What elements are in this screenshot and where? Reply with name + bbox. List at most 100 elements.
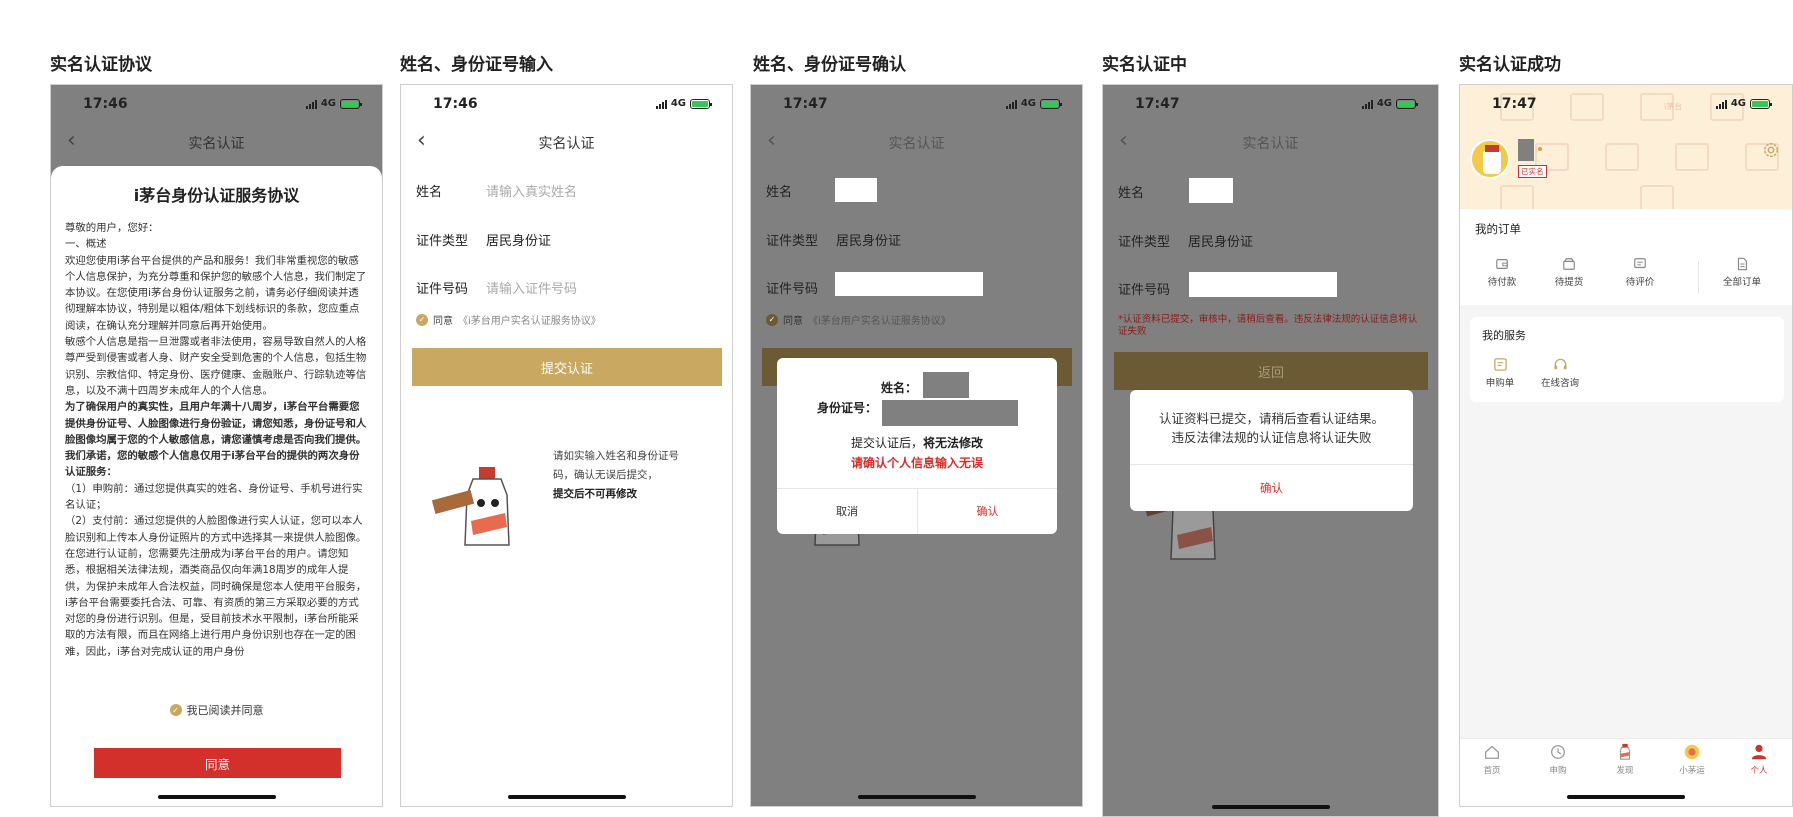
return-button[interactable]: 返回 xyxy=(1114,352,1428,390)
battery-icon xyxy=(1750,98,1772,109)
terms-prefix: 同意 xyxy=(433,316,453,327)
network-label: 4G xyxy=(1020,98,1036,109)
read-agree-checkbox[interactable]: ✓ 我已阅读并同意 xyxy=(51,702,382,718)
network-label: 4G xyxy=(670,98,686,109)
confirm-button[interactable]: 确认 xyxy=(918,488,1057,534)
service-online-consult[interactable]: 在线咨询 xyxy=(1530,357,1590,389)
confirm-dialog: 姓名： 身份证号： 提交认证后，将无法修改 请确认个人信息输入无误 取消 确认 xyxy=(777,358,1057,534)
signal-icon xyxy=(1715,99,1727,109)
signal-icon xyxy=(1361,99,1373,109)
idtype-select[interactable]: 居民身份证 xyxy=(836,230,901,249)
order-pending-review[interactable]: 待评价 xyxy=(1620,257,1660,288)
check-icon: ✓ xyxy=(416,313,428,326)
idtype-label: 证件类型 xyxy=(766,234,819,249)
mascot-icon xyxy=(431,467,510,546)
name-value-redacted[interactable] xyxy=(835,178,877,202)
terms-prefix: 同意 xyxy=(783,316,803,327)
mascot-tab-icon xyxy=(1619,743,1631,760)
nav-bar: ‹ 实名认证 xyxy=(51,127,382,157)
order-all[interactable]: 全部订单 xyxy=(1714,257,1770,288)
pending-dialog: 认证资料已提交，请稍后查看认证结果。 违反法律法规的认证信息将认证失败 确认 xyxy=(1130,390,1413,511)
luck-icon xyxy=(1684,744,1700,760)
phone-pending: 17:47 4G ‹ 实名认证 姓名 证件类型 居民身份证 证件号码 *认证资料… xyxy=(1102,84,1439,817)
services-card: 我的服务 申购单 在线咨询 xyxy=(1470,317,1784,402)
page-title: 实名认证 xyxy=(888,136,945,152)
agreement-para: 尊敬的用户，您好： xyxy=(65,222,159,234)
terms-link[interactable]: 《i茅台用户实名认证服务协议》 xyxy=(808,312,951,327)
agreement-title: i茅台身份认证服务协议 xyxy=(133,186,300,205)
tab-profile[interactable]: 个人 xyxy=(1734,743,1784,776)
cancel-button[interactable]: 取消 xyxy=(777,488,917,534)
status-time: 17:47 xyxy=(1135,96,1180,112)
phone-agreement: 17:46 4G ‹ 实名认证 i茅台身份认证服务协议 尊敬的用户，您好： 一、… xyxy=(50,84,383,807)
idno-input[interactable]: 请输入证件号码 xyxy=(486,278,577,297)
agreement-body[interactable]: 尊敬的用户，您好： 一、概述 欢迎您使用i茅台平台提供的产品和服务！我们非常重视… xyxy=(65,220,368,686)
list-icon xyxy=(1493,358,1507,371)
idno-value-redacted[interactable] xyxy=(835,272,983,296)
battery-icon xyxy=(340,98,362,109)
dialog-name-redacted xyxy=(923,372,969,398)
idtype-select[interactable]: 居民身份证 xyxy=(486,230,551,249)
tab-home[interactable]: 首页 xyxy=(1467,743,1517,776)
orders-title: 我的订单 xyxy=(1475,222,1521,236)
caption-success: 实名认证成功 xyxy=(1459,55,1561,75)
agreement-para: 敏感个人信息是指一旦泄露或者非法使用，容易导致自然人的人格尊严受到侵害或者人身、… xyxy=(65,336,367,397)
name-input[interactable]: 请输入真实姓名 xyxy=(486,181,577,200)
service-subscription[interactable]: 申购单 xyxy=(1480,357,1520,389)
terms-checkbox[interactable]: ✓ 同意 《i茅台用户实名认证服务协议》 xyxy=(416,312,601,327)
agreement-para: （2）支付前：通过您提供的人脸图像进行实人认证，您可以本人脸识别和上传本人身份证… xyxy=(65,515,367,544)
check-icon: ✓ xyxy=(169,704,182,716)
agreement-para: （1）申购前：通过您提供真实的姓名、身份证号、手机号进行实名认证； xyxy=(65,482,363,512)
orders-card: 我的订单 待付款 待提货 待评价 全部订单 xyxy=(1460,209,1792,305)
home-indicator xyxy=(507,795,626,799)
page-title: 实名认证 xyxy=(1242,136,1299,152)
status-bar: 17:47 4G xyxy=(751,85,1082,121)
agree-button[interactable]: 同意 xyxy=(94,748,341,778)
nickname-redacted xyxy=(1518,139,1534,161)
signal-icon xyxy=(305,99,317,109)
status-time: 17:47 xyxy=(1492,96,1537,112)
tab-xiaomaoyun[interactable]: 小茅运 xyxy=(1667,743,1717,776)
name-value-redacted xyxy=(1189,178,1233,203)
page-title: 实名认证 xyxy=(188,136,245,152)
terms-checkbox[interactable]: ✓ 同意 《i茅台用户实名认证服务协议》 xyxy=(766,312,951,327)
battery-icon xyxy=(690,98,712,109)
tab-subscribe[interactable]: 申购 xyxy=(1533,743,1583,776)
idtype-label: 证件类型 xyxy=(1118,235,1171,250)
network-label: 4G xyxy=(1376,98,1392,109)
dialog-line2: 请确认个人信息输入无误 xyxy=(850,456,983,470)
tab-discover[interactable]: 发现 xyxy=(1600,743,1650,776)
order-pending-pay[interactable]: 待付款 xyxy=(1482,257,1522,288)
signal-icon xyxy=(1005,99,1017,109)
battery-icon xyxy=(1396,98,1418,109)
terms-link[interactable]: 《i茅台用户实名认证服务协议》 xyxy=(458,312,601,327)
agreement-para: 为了确保用户的真实性，且用户年满十八周岁，i茅台平台需要您提供身份证号、人脸图像… xyxy=(65,401,367,479)
home-icon xyxy=(1485,745,1499,759)
clock-icon xyxy=(1551,745,1565,759)
dialog-id-redacted xyxy=(882,400,1018,426)
order-pending-pickup[interactable]: 待提货 xyxy=(1549,257,1589,288)
idno-label: 证件号码 xyxy=(416,282,469,297)
gear-icon[interactable] xyxy=(1762,141,1780,159)
phone-confirm: 17:47 4G ‹ 实名认证 姓名 证件类型 居民身份证 证件号码 ✓ 同意 … xyxy=(750,84,1083,807)
home-indicator xyxy=(857,795,976,799)
pending-confirm-button[interactable]: 确认 xyxy=(1130,465,1413,511)
network-label: 4G xyxy=(320,98,336,109)
box-icon xyxy=(1563,258,1575,270)
home-indicator xyxy=(1211,805,1330,809)
pending-dialog-line1: 认证资料已提交，请稍后查看认证结果。 xyxy=(1158,411,1384,426)
pending-warning: *认证资料已提交，审核中，请稍后查看。违反法律法规的认证信息将认证失败 xyxy=(1118,314,1418,337)
idtype-value: 居民身份证 xyxy=(1188,235,1254,250)
submit-button[interactable]: 提交认证 xyxy=(412,348,722,386)
agreement-para: 欢迎您使用i茅台平台提供的产品和服务！我们非常重视您的敏感个人信息保护，为充分尊… xyxy=(65,254,367,332)
nav-bar: ‹ 实名认证 xyxy=(1103,127,1438,157)
agreement-sheet: i茅台身份认证服务协议 尊敬的用户，您好： 一、概述 欢迎您使用i茅台平台提供的… xyxy=(51,166,382,806)
caption-agreement: 实名认证协议 xyxy=(50,55,152,75)
signal-icon xyxy=(655,99,667,109)
idno-label: 证件号码 xyxy=(766,282,819,297)
status-time: 17:47 xyxy=(783,96,828,112)
verified-badge: 已实名 xyxy=(1518,165,1547,178)
avatar[interactable] xyxy=(1470,139,1510,179)
read-agree-label: 我已阅读并同意 xyxy=(186,704,264,717)
comment-icon xyxy=(1634,258,1646,269)
